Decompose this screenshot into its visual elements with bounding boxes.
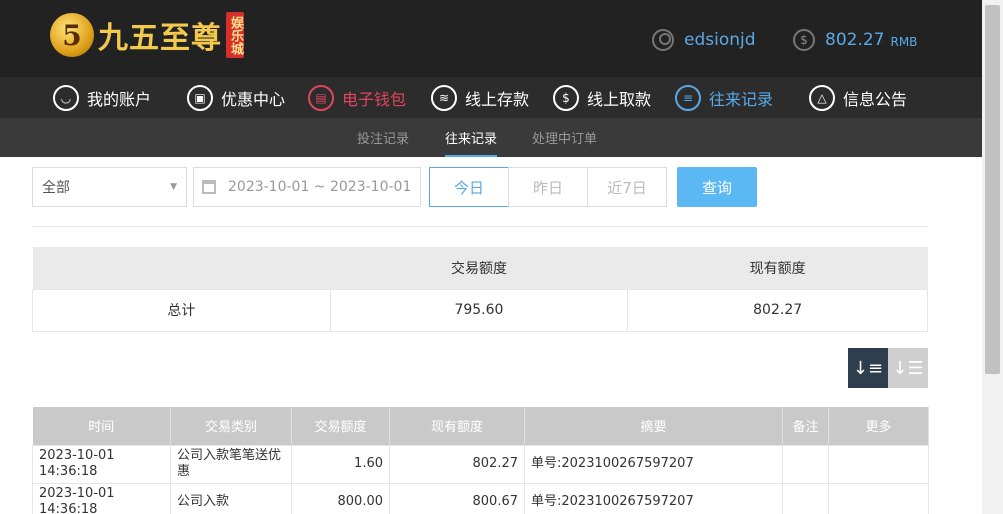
col-type[interactable]: 交易类别 <box>170 407 292 445</box>
records-icon: ≡ <box>675 85 701 111</box>
nav-item-label: 优惠中心 <box>221 90 286 109</box>
cell-time: 2023-10-01 14:36:18 <box>32 482 171 514</box>
nav-item-label: 我的账户 <box>87 90 152 109</box>
page: 5 九五至尊 娱乐城 edsionjd $ 802.27 RMB ◡ 我的账户 … <box>0 0 1003 514</box>
balance-amount: 802.27 <box>825 30 885 50</box>
today-button[interactable]: 今日 <box>429 167 509 207</box>
tab-transaction-records[interactable]: 往来记录 <box>445 128 498 157</box>
brand-name: 九五至尊 <box>98 21 222 56</box>
cell-amount: 800.00 <box>291 482 390 514</box>
summary-total-balance: 802.27 <box>627 288 928 332</box>
type-select-value: 全部 <box>42 180 70 196</box>
calendar-icon <box>202 180 216 194</box>
cell-type: 公司入款笔笔送优惠 <box>170 444 292 484</box>
nav-item-label: 电子钱包 <box>342 90 407 109</box>
divider <box>32 226 928 227</box>
query-button[interactable]: 查询 <box>677 167 757 207</box>
col-more[interactable]: 更多 <box>828 407 929 445</box>
cell-remark <box>782 482 829 514</box>
col-balance[interactable]: 现有额度 <box>389 407 525 445</box>
username: edsionjd <box>684 30 756 50</box>
nav-item-account[interactable]: ◡ 我的账户 <box>53 83 151 113</box>
nav-item-wallet[interactable]: ▤ 电子钱包 <box>308 83 406 113</box>
table-row[interactable]: 2023-10-01 14:36:18 公司入款 800.00 800.67 单… <box>32 482 929 514</box>
bell-icon: △ <box>809 85 835 111</box>
date-range-value: 2023-10-01 ~ 2023-10-01 <box>228 179 412 195</box>
summary-total-label: 总计 <box>32 288 331 332</box>
nav-item-label: 线上取款 <box>587 90 652 109</box>
balance-currency: RMB <box>890 34 918 49</box>
col-amount[interactable]: 交易额度 <box>291 407 390 445</box>
col-remark[interactable]: 备注 <box>782 407 829 445</box>
sort-asc-icon: ↓☰ <box>892 357 924 379</box>
deposit-icon: ≋ <box>431 85 457 111</box>
user-icon: ◡ <box>53 85 79 111</box>
dollar-icon: $ <box>793 29 815 51</box>
caret-down-icon: ▼ <box>170 182 177 192</box>
nav-item-records[interactable]: ≡ 往来记录 <box>675 83 773 113</box>
sort-asc-button[interactable]: ↓☰ <box>888 348 928 388</box>
scrollbar-thumb[interactable] <box>985 5 1000 374</box>
cell-summary: 单号:2023100267597207 <box>524 444 783 484</box>
withdraw-icon: $ <box>553 85 579 111</box>
nav-item-label: 往来记录 <box>709 90 774 109</box>
nav-item-deposit[interactable]: ≋ 线上存款 <box>431 83 529 113</box>
sort-desc-button[interactable]: ↓≡ <box>848 348 888 388</box>
cell-balance: 802.27 <box>389 444 525 484</box>
cell-more[interactable] <box>828 444 929 484</box>
cell-summary: 单号:2023100267597207 <box>524 482 783 514</box>
date-range-input[interactable]: 2023-10-01 ~ 2023-10-01 <box>193 167 421 207</box>
summary-header-amount: 交易额度 <box>330 247 628 289</box>
summary-row: 总计 795.60 802.27 <box>32 288 928 332</box>
summary-header-balance: 现有额度 <box>627 247 928 289</box>
yesterday-button[interactable]: 昨日 <box>508 167 588 207</box>
gift-icon: ▣ <box>187 85 213 111</box>
brand-tag: 娱乐城 <box>226 12 244 58</box>
nav-item-label: 线上存款 <box>465 90 530 109</box>
col-summary[interactable]: 摘要 <box>524 407 783 445</box>
nav-item-announcements[interactable]: △ 信息公告 <box>809 83 907 113</box>
col-time[interactable]: 时间 <box>32 407 171 445</box>
cell-more[interactable] <box>828 482 929 514</box>
user-icon <box>652 29 674 51</box>
sub-nav: 投注记录 往来记录 处理中订单 <box>0 118 982 157</box>
table-row[interactable]: 2023-10-01 14:36:18 公司入款笔笔送优惠 1.60 802.2… <box>32 444 929 484</box>
tab-pending-orders[interactable]: 处理中订单 <box>532 128 597 147</box>
nav-item-label: 信息公告 <box>843 90 908 109</box>
summary-table: 交易额度 现有额度 总计 795.60 802.27 <box>32 247 928 332</box>
last-7-days-button[interactable]: 近7日 <box>587 167 667 207</box>
tab-bet-records[interactable]: 投注记录 <box>357 128 409 147</box>
cell-amount: 1.60 <box>291 444 390 484</box>
logo-badge-icon: 5 <box>50 13 94 57</box>
summary-total-amount: 795.60 <box>329 288 629 332</box>
type-select[interactable]: 全部 ▼ <box>32 167 187 207</box>
main-nav: ◡ 我的账户 ▣ 优惠中心 ▤ 电子钱包 ≋ 线上存款 $ 线上取款 ≡ 往来记… <box>0 77 982 118</box>
top-header: 5 九五至尊 娱乐城 edsionjd $ 802.27 RMB <box>0 0 982 77</box>
balance-info: $ 802.27 RMB <box>793 29 917 51</box>
logo[interactable]: 5 九五至尊 娱乐城 <box>50 12 244 58</box>
user-info[interactable]: edsionjd <box>652 29 756 51</box>
summary-header-empty <box>32 247 331 289</box>
sort-desc-icon: ↓≡ <box>852 357 884 379</box>
nav-item-promotions[interactable]: ▣ 优惠中心 <box>187 83 285 113</box>
wallet-icon: ▤ <box>308 85 334 111</box>
cell-time: 2023-10-01 14:36:18 <box>32 444 171 484</box>
nav-item-withdraw[interactable]: $ 线上取款 <box>553 83 651 113</box>
records-table: 时间 交易类别 交易额度 现有额度 摘要 备注 更多 2023-10-01 14… <box>32 407 929 514</box>
cell-remark <box>782 444 829 484</box>
cell-balance: 800.67 <box>389 482 525 514</box>
cell-type: 公司入款 <box>170 482 292 514</box>
